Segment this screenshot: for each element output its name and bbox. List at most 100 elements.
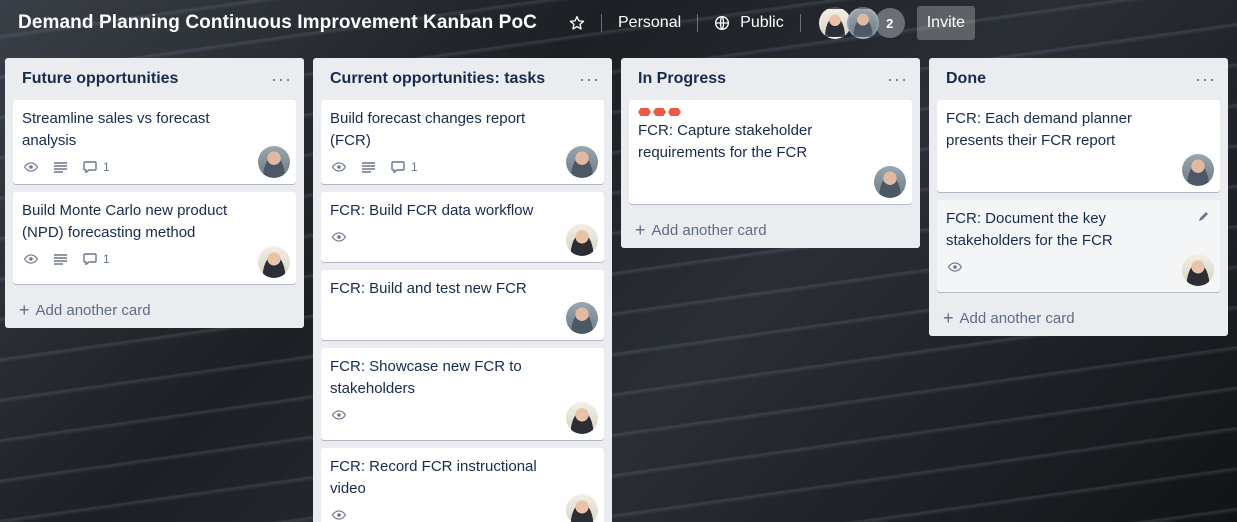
card[interactable]: Streamline sales vs forecast analysis 1 [13,100,296,184]
eye-icon [332,510,346,520]
visibility-label: Public [740,14,784,31]
member-count-badge[interactable]: 2 [874,8,905,38]
member-avatar[interactable] [566,494,598,522]
invite-button[interactable]: Invite [916,6,975,40]
card-labels[interactable] [638,108,903,116]
member-avatar[interactable] [566,402,598,434]
card[interactable]: FCR: Build FCR data workflow [321,192,604,262]
member-avatar[interactable] [258,246,290,278]
team-button[interactable]: Personal [614,7,685,39]
board-title[interactable]: Demand Planning Continuous Improvement K… [18,12,537,34]
card-title: Build Monte Carlo new product (NPD) fore… [22,202,228,241]
card-title: FCR: Document the key stakeholders for t… [946,210,1113,249]
comment-icon [83,161,97,173]
list-menu-icon[interactable]: ··· [1195,70,1216,88]
member-avatar[interactable] [818,7,851,39]
eye-icon [24,254,38,264]
member-avatar[interactable] [566,224,598,256]
list-menu-icon[interactable]: ··· [887,70,908,88]
card-title: FCR: Each demand planner presents their … [946,110,1132,149]
card-title: Streamline sales vs forecast analysis [22,110,210,149]
label-red [668,108,681,116]
list-title[interactable]: Future opportunities [22,70,178,88]
list-in-progress: In Progress ··· FCR: Capture stakeholder… [621,58,920,248]
card-badges [946,258,1211,276]
eye-icon [332,162,346,172]
team-label: Personal [618,14,682,31]
member-avatar[interactable] [566,302,598,334]
comment-count: 1 [103,160,110,174]
list-title[interactable]: Done [946,70,986,88]
card-title: FCR: Build and test new FCR [330,280,527,297]
header-divider [799,14,801,32]
list-current-opportunities: Current opportunities: tasks ··· Build f… [313,58,612,522]
description-icon [362,161,375,173]
pencil-icon[interactable] [1198,210,1210,225]
card-title: FCR: Build FCR data workflow [330,202,534,219]
member-avatar[interactable] [258,146,290,178]
member-avatar[interactable] [1182,154,1214,186]
plus-icon: + [19,300,30,320]
list-header: In Progress ··· [629,58,912,100]
list-future-opportunities: Future opportunities ··· Streamline sale… [5,58,304,328]
board-members: 2 [818,7,905,39]
eye-icon [948,262,962,272]
list-menu-icon[interactable]: ··· [579,70,600,88]
star-icon [569,15,585,31]
member-avatar[interactable] [846,7,879,39]
card[interactable]: FCR: Showcase new FCR to stakeholders [321,348,604,440]
header-divider [601,14,602,32]
list-title[interactable]: Current opportunities: tasks [330,70,545,88]
card-badges: 1 [22,158,287,176]
card-title: FCR: Record FCR instructional video [330,458,537,497]
card-title: FCR: Showcase new FCR to stakeholders [330,358,522,397]
card-title: Build forecast changes report (FCR) [330,110,526,149]
member-avatar[interactable] [1182,254,1214,286]
description-icon [54,161,67,173]
comment-badge: 1 [391,160,418,174]
card-badges: 1 [22,250,287,268]
comment-icon [83,253,97,265]
add-card-label: Add another card [959,309,1075,327]
card[interactable]: FCR: Each demand planner presents their … [937,100,1220,192]
comment-badge: 1 [83,252,110,266]
eye-icon [332,410,346,420]
board-header: Demand Planning Continuous Improvement K… [0,0,1237,46]
member-avatar[interactable] [566,146,598,178]
add-card-button[interactable]: + Add another card [937,300,1220,336]
eye-icon [24,162,38,172]
card[interactable]: FCR: Document the key stakeholders for t… [937,200,1220,292]
comment-badge: 1 [83,160,110,174]
star-button[interactable] [565,7,589,39]
card-badges: 1 [330,158,595,176]
card[interactable]: Build forecast changes report (FCR) 1 [321,100,604,184]
add-card-label: Add another card [651,221,767,239]
add-card-button[interactable]: + Add another card [13,292,296,328]
list-done: Done ··· FCR: Each demand planner presen… [929,58,1228,336]
list-header: Future opportunities ··· [13,58,296,100]
visibility-button[interactable]: Public [710,7,788,39]
comment-count: 1 [103,252,110,266]
header-divider [697,14,699,32]
card[interactable]: Build Monte Carlo new product (NPD) fore… [13,192,296,284]
comment-count: 1 [411,160,418,174]
label-red [653,108,666,116]
card[interactable]: FCR: Record FCR instructional video [321,448,604,522]
label-red [638,108,651,116]
list-menu-icon[interactable]: ··· [271,70,292,88]
card-badges [330,406,595,424]
plus-icon: + [635,220,646,240]
card-title: FCR: Capture stakeholder requirements fo… [638,122,813,161]
add-card-label: Add another card [35,301,151,319]
card[interactable]: FCR: Build and test new FCR [321,270,604,340]
list-header: Done ··· [937,58,1220,100]
add-card-button[interactable]: + Add another card [629,212,912,248]
member-avatar[interactable] [874,166,906,198]
description-icon [54,253,67,265]
plus-icon: + [943,308,954,328]
card-badges [330,506,595,522]
card[interactable]: FCR: Capture stakeholder requirements fo… [629,100,912,204]
list-title[interactable]: In Progress [638,70,726,88]
eye-icon [332,232,346,242]
comment-icon [391,161,405,173]
